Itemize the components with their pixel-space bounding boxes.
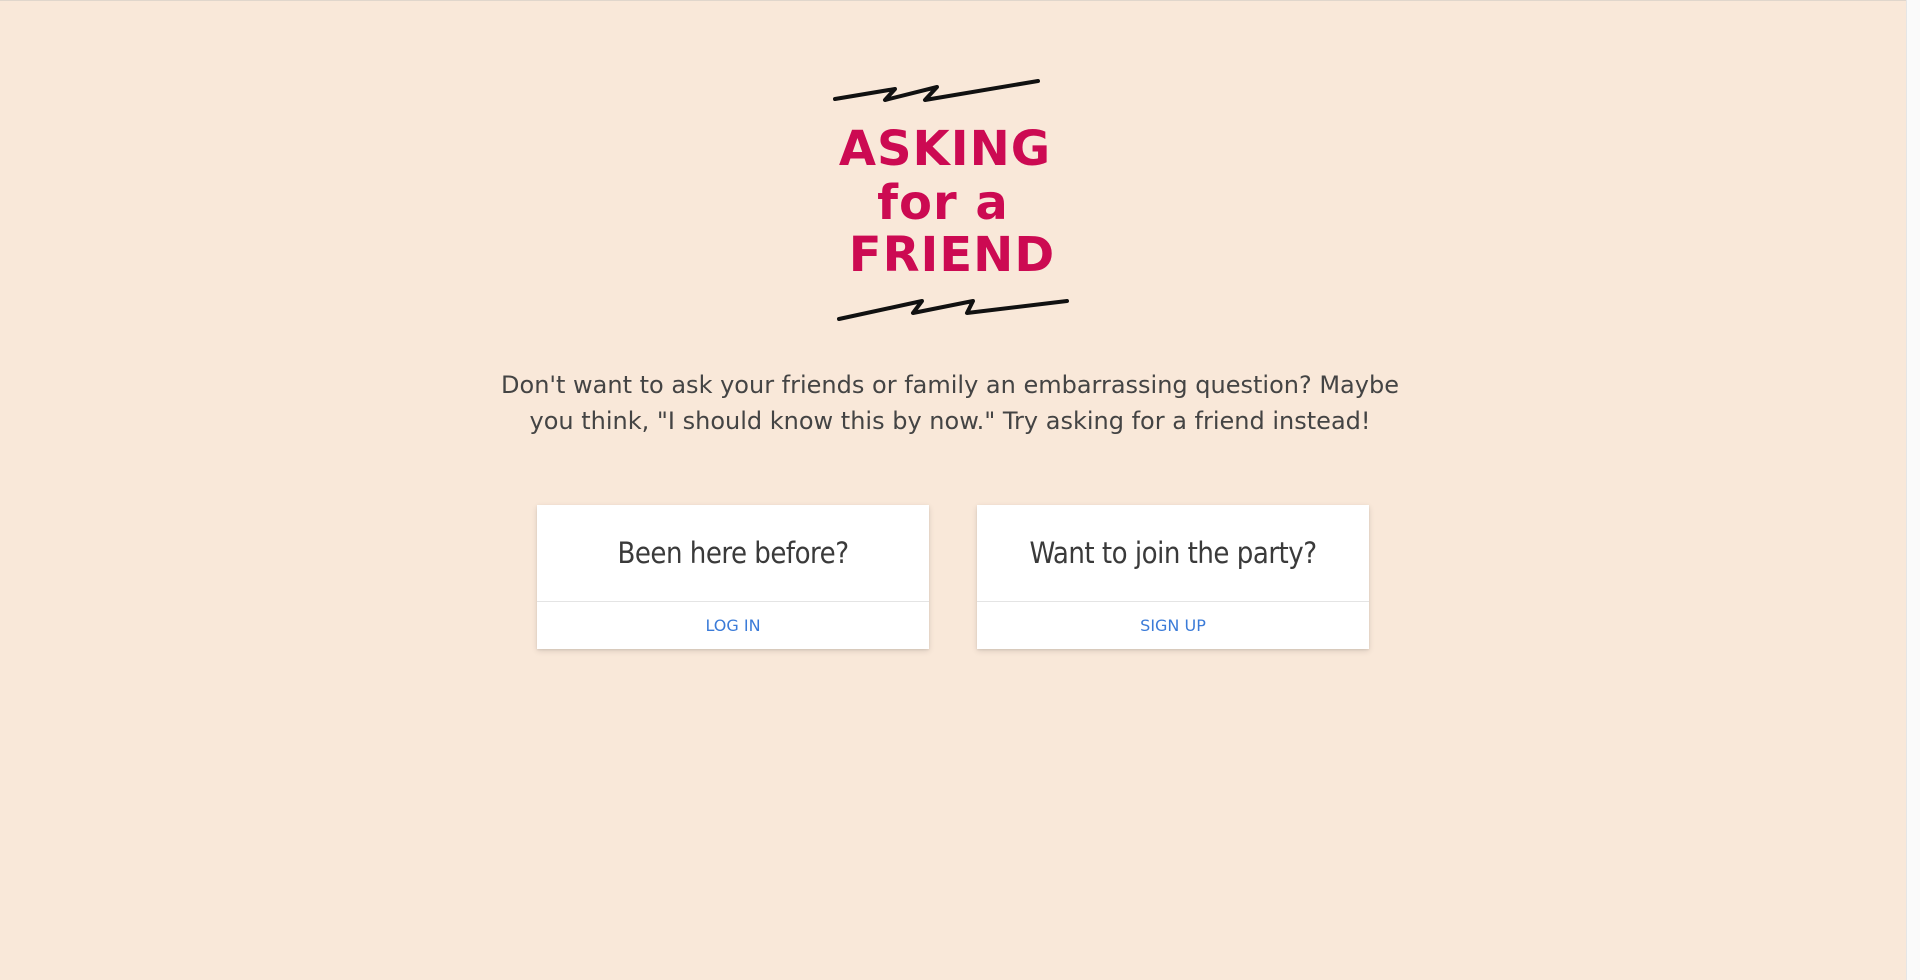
signup-card-title: Want to join the party? <box>977 505 1369 602</box>
log-in-link[interactable]: LOG IN <box>537 602 929 649</box>
logo-line-1: ASKING <box>839 121 1051 177</box>
vertical-scrollbar[interactable] <box>1906 0 1920 980</box>
login-card: Been here before? LOG IN <box>537 505 929 649</box>
login-card-title: Been here before? <box>537 505 929 602</box>
signup-card: Want to join the party? SIGN UP <box>977 505 1369 649</box>
page-background: ASKING for a FRIEND Don't want to ask yo… <box>0 0 1906 980</box>
logo-bottom-zigzag <box>837 299 1069 321</box>
asking-for-a-friend-logo: ASKING for a FRIEND <box>825 73 1075 333</box>
logo-line-2: for a <box>877 175 1009 231</box>
logo-line-3: FRIEND <box>849 227 1055 283</box>
logo-top-zigzag <box>833 79 1040 102</box>
sign-up-link[interactable]: SIGN UP <box>977 602 1369 649</box>
intro-tagline: Don't want to ask your friends or family… <box>501 371 1399 435</box>
